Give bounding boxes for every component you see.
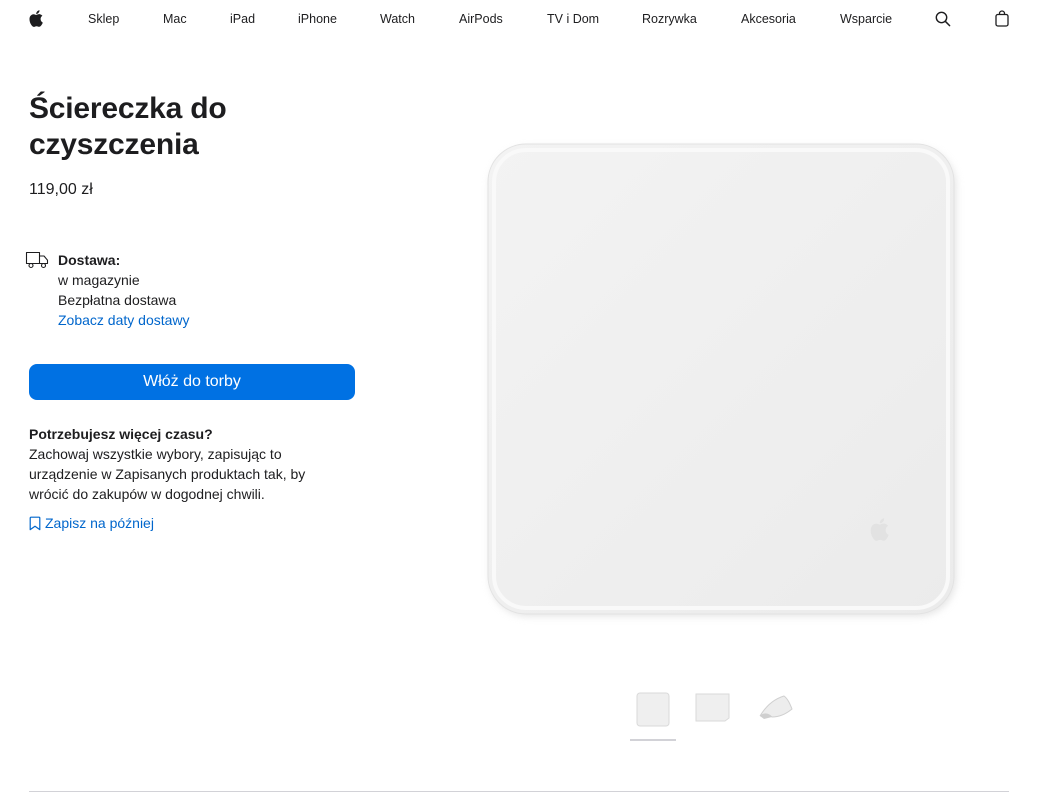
selected-thumbnail-indicator [630,739,676,741]
shopping-bag-icon[interactable] [995,10,1009,27]
nav-item-mac[interactable]: Mac [163,12,187,26]
nav-item-airpods[interactable]: AirPods [459,12,503,26]
delivery-shipping: Bezpłatna dostawa [58,292,177,308]
thumbnail-2[interactable] [690,688,736,732]
thumbnail-1[interactable] [630,690,676,734]
nav-item-iphone[interactable]: iPhone [298,12,337,26]
delivery-stock: w magazynie [58,272,140,288]
nav-item-watch[interactable]: Watch [380,12,415,26]
nav-item-ipad[interactable]: iPad [230,12,255,26]
nav-item-tv-i-dom[interactable]: TV i Dom [547,12,599,26]
save-link-label: Zapisz na później [45,515,154,531]
thumbnail-3[interactable] [752,690,798,734]
product-image-polishing-cloth [487,143,956,616]
product-title-line-1: Ściereczka do [29,92,227,125]
product-title: Ściereczka do czyszczenia [29,91,329,163]
save-for-later-link[interactable]: Zapisz na później [29,513,154,533]
footer-divider [29,791,1009,792]
search-icon[interactable] [935,11,951,27]
truck-icon [25,251,49,269]
apple-logo-icon[interactable] [29,10,43,27]
save-body: Zachowaj wszystkie wybory, zapisując to … [29,446,306,502]
add-to-bag-button[interactable]: Włóż do torby [29,364,355,400]
save-heading: Potrzebujesz więcej czasu? [29,426,213,442]
delivery-dates-link[interactable]: Zobacz daty dostawy [58,312,190,328]
bookmark-icon [29,516,41,530]
nav-item-wsparcie[interactable]: Wsparcie [840,12,892,26]
product-price: 119,00 zł [29,181,93,198]
global-nav: Sklep Mac iPad iPhone Watch AirPods TV i… [0,0,1039,40]
delivery-info: Dostawa: w magazynie Bezpłatna dostawa Z… [58,250,190,330]
save-for-later-section: Potrzebujesz więcej czasu? Zachowaj wszy… [29,424,329,504]
product-title-line-2: czyszczenia [29,128,199,161]
nav-item-rozrywka[interactable]: Rozrywka [642,12,697,26]
nav-item-sklep[interactable]: Sklep [88,12,119,26]
nav-item-akcesoria[interactable]: Akcesoria [741,12,796,26]
delivery-label: Dostawa: [58,252,121,268]
